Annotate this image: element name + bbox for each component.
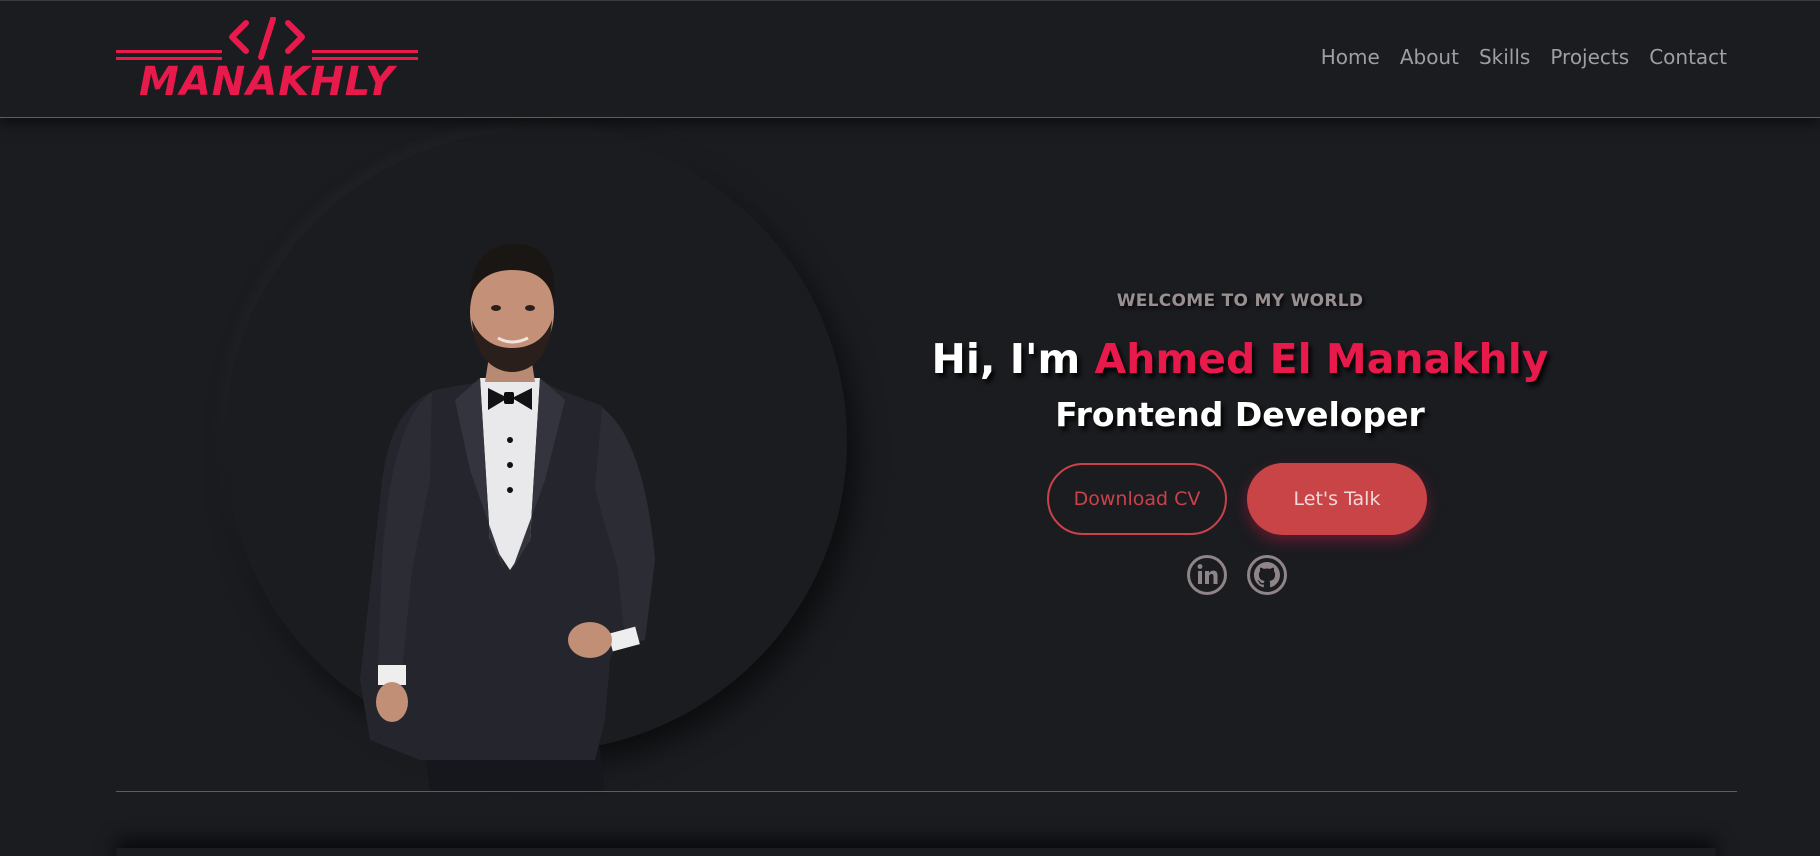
welcome-text: WELCOME TO MY WORLD xyxy=(1116,291,1364,311)
nav-links: Home About Skills Projects Contact xyxy=(1321,45,1727,69)
hero-role: Frontend Developer xyxy=(1055,395,1425,434)
logo[interactable]: MANAKHLY xyxy=(116,17,418,103)
section-divider xyxy=(116,791,1737,792)
nav-contact[interactable]: Contact xyxy=(1649,45,1727,69)
greeting-text: Hi, I'm xyxy=(931,335,1095,383)
code-brackets-icon xyxy=(229,17,305,60)
page: MANAKHLY Home About Skills Projects Cont… xyxy=(0,0,1820,856)
social-links xyxy=(897,555,1577,595)
next-section-edge xyxy=(116,848,1716,856)
nav-projects[interactable]: Projects xyxy=(1550,45,1629,69)
lets-talk-button[interactable]: Let's Talk xyxy=(1247,463,1427,535)
linkedin-icon[interactable] xyxy=(1187,555,1227,595)
hero-name: Ahmed El Manakhly xyxy=(1094,335,1549,383)
hero-buttons: Download CV Let's Talk xyxy=(897,463,1577,535)
hero-headline: Hi, I'm Ahmed El Manakhly xyxy=(900,333,1580,385)
nav-skills[interactable]: Skills xyxy=(1479,45,1530,69)
download-cv-button[interactable]: Download CV xyxy=(1047,463,1227,535)
profile-portrait xyxy=(360,243,655,792)
hero-intro: WELCOME TO MY WORLD Hi, I'm Ahmed El Man… xyxy=(900,285,1580,595)
navbar: MANAKHLY Home About Skills Projects Cont… xyxy=(0,0,1820,118)
nav-home[interactable]: Home xyxy=(1321,45,1380,69)
nav-about[interactable]: About xyxy=(1400,45,1459,69)
logo-text: MANAKHLY xyxy=(139,59,395,105)
github-icon[interactable] xyxy=(1247,555,1287,595)
